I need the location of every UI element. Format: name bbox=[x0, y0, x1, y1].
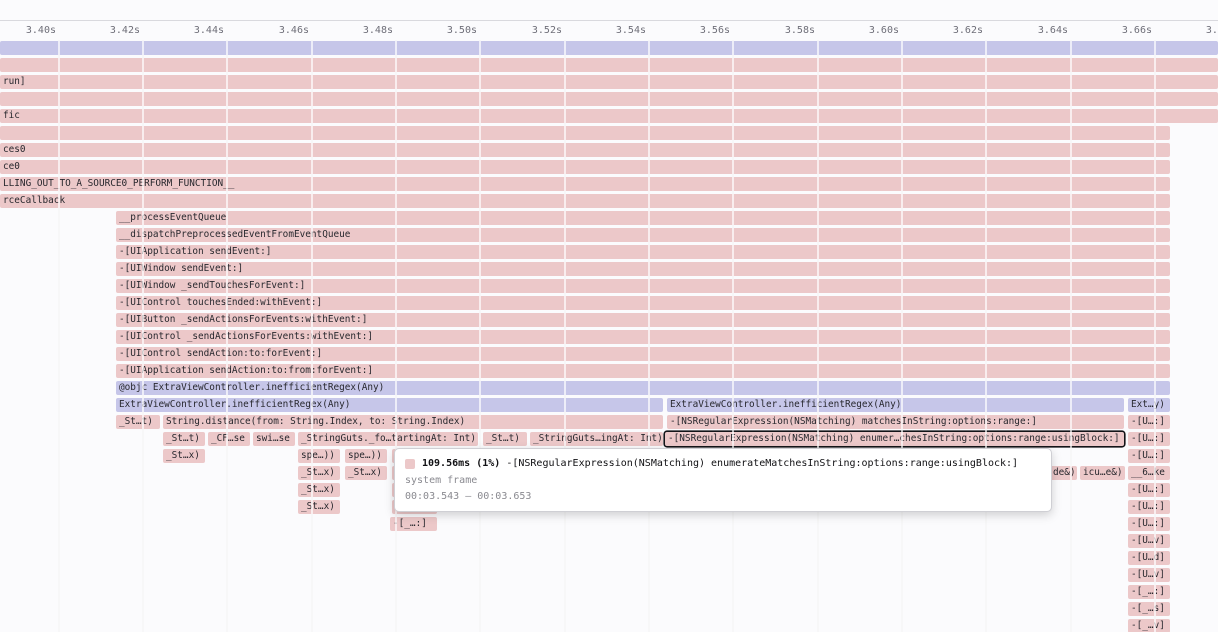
frame-bar[interactable]: -[_…:] bbox=[1128, 585, 1170, 599]
frame-bar[interactable]: ExtraViewController.inefficientRegex(Any… bbox=[116, 398, 663, 412]
frame-bar[interactable]: icu…e&) bbox=[1080, 466, 1125, 480]
frame-bar[interactable]: __dispatchPreprocessedEventFromEventQueu… bbox=[116, 228, 1170, 242]
tooltip-percent: (1%) bbox=[476, 458, 500, 469]
tooltip-category: system frame bbox=[405, 475, 1041, 486]
frame-bar[interactable]: _CF…se bbox=[208, 432, 250, 446]
frame-bar[interactable] bbox=[0, 126, 1170, 140]
frame-bar[interactable]: -[UIWindow _sendTouchesForEvent:] bbox=[116, 279, 1170, 293]
frame-bar[interactable]: LLING_OUT_TO_A_SOURCE0_PERFORM_FUNCTION_… bbox=[0, 177, 1170, 191]
frame-bar[interactable]: -[U…:] bbox=[1128, 500, 1170, 514]
flame-chart[interactable]: 3.40s3.42s3.44s3.46s3.48s3.50s3.52s3.54s… bbox=[0, 0, 1218, 632]
frame-bar[interactable]: -[U…d] bbox=[1128, 551, 1170, 565]
stack-rows: run] fic ces0 ce0 LLING_OUT_TO_A_SOURCE0_PER… bbox=[0, 0, 1218, 632]
frame-bar[interactable]: -[U…:] bbox=[1128, 449, 1170, 463]
frame-bar[interactable]: -[_…v] bbox=[1128, 619, 1170, 632]
frame-bar[interactable]: _StringGuts…ingAt: Int) bbox=[530, 432, 663, 446]
frame-bar[interactable]: -[UIApplication sendEvent:] bbox=[116, 245, 1170, 259]
frame-bar[interactable]: _St…x) bbox=[345, 466, 387, 480]
frame-bar[interactable] bbox=[0, 58, 1218, 72]
frame-bar[interactable]: swi…se bbox=[253, 432, 295, 446]
frame-bar[interactable]: -[U…v] bbox=[1128, 534, 1170, 548]
frame-bar[interactable]: _St…x) bbox=[163, 449, 205, 463]
frame-bar[interactable]: ExtraViewController.inefficientRegex(Any… bbox=[667, 398, 1124, 412]
frame-bar[interactable]: spe…)) bbox=[345, 449, 387, 463]
tooltip: 109.56ms (1%) -[NSRegularExpression(NSMa… bbox=[394, 448, 1052, 512]
frame-bar[interactable]: Ext…y) bbox=[1128, 398, 1170, 412]
frame-bar[interactable]: @objc ExtraViewController.inefficientReg… bbox=[116, 381, 1170, 395]
frame-bar[interactable]: rceCallback bbox=[0, 194, 1170, 208]
frame-bar[interactable]: _St…x) bbox=[298, 483, 340, 497]
frame-bar[interactable]: __6…ke bbox=[1128, 466, 1170, 480]
frame-bar[interactable]: ces0 bbox=[0, 143, 1170, 157]
frame-bar[interactable]: _St…x) bbox=[298, 466, 340, 480]
category-color-swatch-icon bbox=[405, 459, 415, 469]
frame-bar[interactable]: -[UIControl sendAction:to:forEvent:] bbox=[116, 347, 1170, 361]
tooltip-title-line: 109.56ms (1%) -[NSRegularExpression(NSMa… bbox=[405, 458, 1041, 469]
frame-bar[interactable]: -[U…:] bbox=[1128, 432, 1170, 446]
frame-bar[interactable]: -[U…:] bbox=[1128, 517, 1170, 531]
frame-bar[interactable]: -[U…:] bbox=[1128, 415, 1170, 429]
frame-bar[interactable]: __processEventQueue bbox=[116, 211, 1170, 225]
frame-bar[interactable]: -[UIControl _sendActionsForEvents:withEv… bbox=[116, 330, 1170, 344]
tooltip-duration: 109.56ms bbox=[422, 458, 470, 469]
frame-bar[interactable]: -[UIControl touchesEnded:withEvent:] bbox=[116, 296, 1170, 310]
frame-bar[interactable]: -[U…:] bbox=[1128, 483, 1170, 497]
tooltip-time-range: 00:03.543 — 00:03.653 bbox=[405, 491, 1041, 502]
frame-bar[interactable]: -[UIApplication sendAction:to:from:forEv… bbox=[116, 364, 1170, 378]
frame-bar[interactable] bbox=[0, 41, 1218, 55]
frame-bar[interactable]: String.distance(from: String.Index, to: … bbox=[163, 415, 663, 429]
frame-bar[interactable]: -[_…s] bbox=[1128, 602, 1170, 616]
frame-bar[interactable]: -[UIButton _sendActionsForEvents:withEve… bbox=[116, 313, 1170, 327]
frame-bar[interactable]: -[NSRegularExpression(NSMatching) matche… bbox=[667, 415, 1124, 429]
frame-bar[interactable]: _St…t) bbox=[163, 432, 205, 446]
frame-bar[interactable]: -[_…:] bbox=[390, 517, 437, 531]
frame-bar[interactable]: run] bbox=[0, 75, 1218, 89]
frame-bar[interactable]: fic bbox=[0, 109, 1218, 123]
tooltip-frame-name: -[NSRegularExpression(NSMatching) enumer… bbox=[506, 458, 1018, 469]
tooltip-text: 109.56ms (1%) -[NSRegularExpression(NSMa… bbox=[422, 458, 1018, 469]
frame-bar[interactable]: de&) bbox=[1050, 466, 1077, 480]
frame-bar[interactable]: _St…t) bbox=[116, 415, 160, 429]
frame-bar[interactable]: ce0 bbox=[0, 160, 1170, 174]
frame-bar[interactable]: -[U…v] bbox=[1128, 568, 1170, 582]
frame-bar[interactable]: -[UIWindow sendEvent:] bbox=[116, 262, 1170, 276]
frame-bar[interactable]: spe…)) bbox=[298, 449, 340, 463]
frame-bar[interactable]: _StringGuts._fo…tartingAt: Int) bbox=[298, 432, 478, 446]
frame-bar[interactable] bbox=[0, 92, 1218, 106]
frame-bar[interactable]: _St…x) bbox=[298, 500, 340, 514]
frame-bar[interactable]: _St…t) bbox=[483, 432, 527, 446]
selected-frame-bar[interactable]: -[NSRegularExpression(NSMatching) enumer… bbox=[665, 432, 1124, 446]
